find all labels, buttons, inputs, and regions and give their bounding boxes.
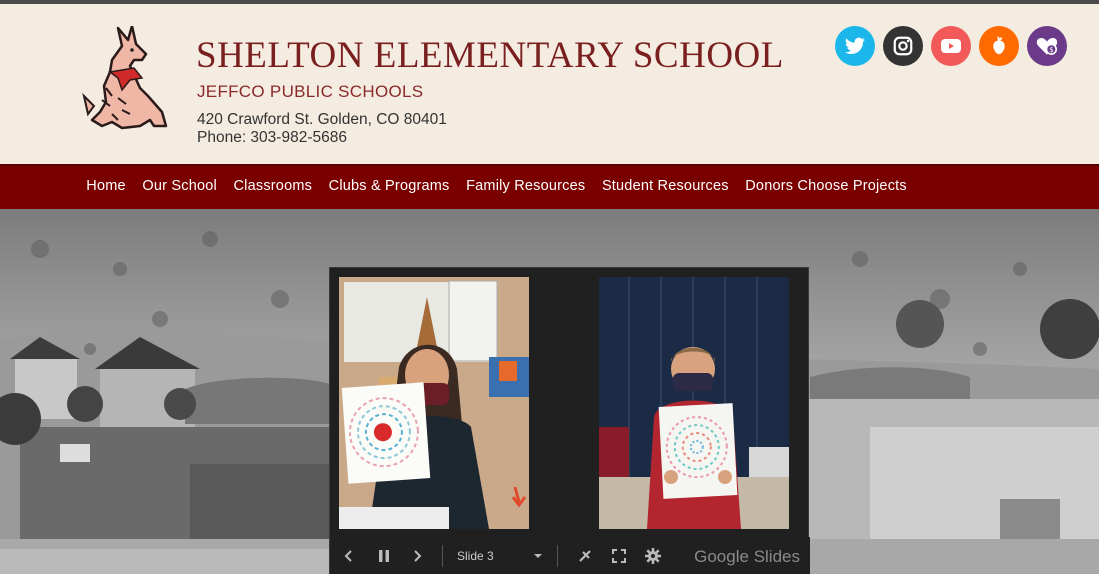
nav-student-resources[interactable]: Student Resources — [602, 178, 729, 194]
next-slide-icon[interactable] — [400, 549, 434, 563]
school-logo[interactable] — [82, 24, 174, 136]
school-name[interactable]: SHELTON ELEMENTARY SCHOOL — [196, 34, 784, 77]
instagram-icon[interactable] — [883, 26, 923, 66]
site-header: SHELTON ELEMENTARY SCHOOL JEFFCO PUBLIC … — [0, 4, 1099, 164]
slide-number: Slide 3 — [457, 549, 494, 563]
slideshow-controls: Slide 3 Google Slides — [330, 537, 810, 574]
pause-icon[interactable] — [368, 549, 400, 563]
settings-gear-icon[interactable] — [636, 547, 670, 565]
social-links: $ — [835, 26, 1067, 66]
nav-donors-choose[interactable]: Donors Choose Projects — [745, 178, 907, 194]
fullscreen-icon[interactable] — [602, 549, 636, 563]
chevron-down-icon — [534, 554, 542, 558]
nav-classrooms[interactable]: Classrooms — [234, 178, 313, 194]
main-nav: Home Our School Classrooms Clubs & Progr… — [0, 164, 1099, 209]
slide-selector[interactable]: Slide 3 — [457, 549, 543, 563]
slideshow-embed: Slide 3 Google Slides — [329, 267, 810, 574]
laser-pointer-icon[interactable] — [568, 548, 602, 564]
google-slides-brand[interactable]: Google Slides — [694, 547, 800, 567]
school-address: 420 Crawford St. Golden, CO 80401 — [197, 111, 447, 128]
youtube-icon[interactable] — [931, 26, 971, 66]
slide-photo-right — [599, 277, 789, 529]
nav-clubs-programs[interactable]: Clubs & Programs — [329, 178, 450, 194]
svg-text:$: $ — [1049, 45, 1053, 54]
previous-slide-icon[interactable] — [330, 549, 368, 563]
school-phone: Phone: 303-982-5686 — [197, 129, 347, 146]
nav-our-school[interactable]: Our School — [142, 178, 217, 194]
twitter-icon[interactable] — [835, 26, 875, 66]
control-divider — [557, 545, 558, 567]
nav-home[interactable]: Home — [86, 178, 125, 194]
food-icon[interactable] — [979, 26, 1019, 66]
district-name: JEFFCO PUBLIC SCHOOLS — [197, 82, 424, 101]
control-divider — [442, 545, 443, 567]
nav-family-resources[interactable]: Family Resources — [466, 178, 585, 194]
brand-slides: Slides — [753, 547, 800, 566]
slide-photo-left — [339, 277, 529, 529]
donate-icon[interactable]: $ — [1027, 26, 1067, 66]
brand-google: Google — [694, 547, 749, 566]
school-contact: 420 Crawford St. Golden, CO 80401 Phone:… — [197, 111, 447, 147]
